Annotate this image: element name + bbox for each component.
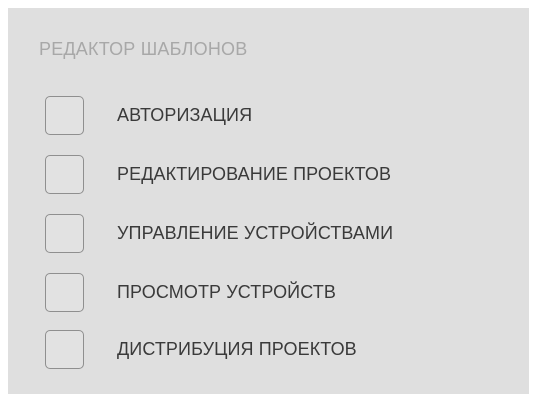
option-device-viewing[interactable]: ПРОСМОТР УСТРОЙСТВ [45, 272, 336, 312]
option-label: АВТОРИЗАЦИЯ [117, 104, 253, 125]
option-label: УПРАВЛЕНИЕ УСТРОЙСТВАМИ [117, 222, 394, 243]
device-management-checkbox[interactable] [45, 213, 84, 253]
project-distribution-checkbox[interactable] [45, 329, 84, 369]
authorization-checkbox[interactable] [45, 95, 84, 135]
option-device-management[interactable]: УПРАВЛЕНИЕ УСТРОЙСТВАМИ [45, 213, 393, 253]
template-editor-panel: РЕДАКТОР ШАБЛОНОВ АВТОРИЗАЦИЯ РЕДАКТИРОВ… [8, 8, 529, 394]
option-label: РЕДАКТИРОВАНИЕ ПРОЕКТОВ [117, 163, 392, 184]
option-project-distribution[interactable]: ДИСТРИБУЦИЯ ПРОЕКТОВ [45, 329, 357, 369]
option-authorization[interactable]: АВТОРИЗАЦИЯ [45, 95, 252, 135]
option-label: ДИСТРИБУЦИЯ ПРОЕКТОВ [117, 338, 357, 359]
device-viewing-checkbox[interactable] [45, 272, 84, 312]
permission-list: АВТОРИЗАЦИЯ РЕДАКТИРОВАНИЕ ПРОЕКТОВ УПРА… [8, 8, 529, 394]
project-editing-checkbox[interactable] [45, 154, 84, 194]
option-label: ПРОСМОТР УСТРОЙСТВ [117, 281, 336, 302]
option-project-editing[interactable]: РЕДАКТИРОВАНИЕ ПРОЕКТОВ [45, 154, 391, 194]
